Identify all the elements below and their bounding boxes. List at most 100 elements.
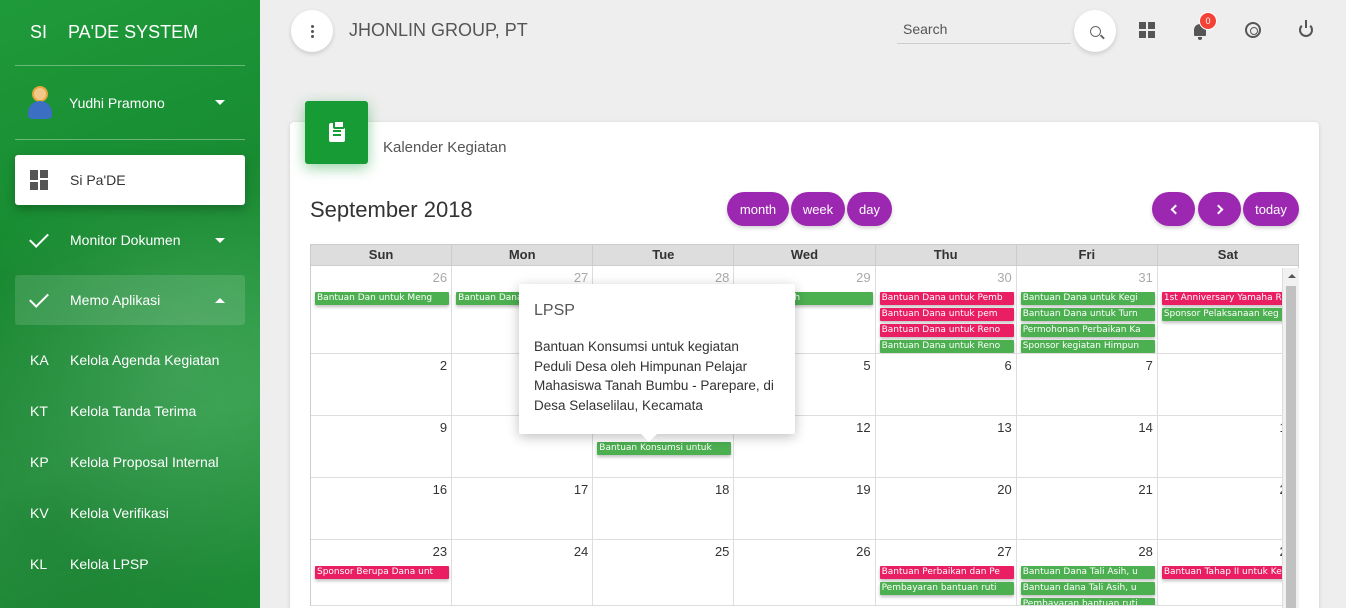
calendar-event[interactable]: Sponsor kegiatan Himpun [1020, 340, 1155, 353]
day-number[interactable]: 5 [863, 358, 870, 373]
sidebar-subitem-label: Kelola Verifikasi [70, 505, 169, 521]
calendar-event[interactable]: Permohonan Perbaikan Ka [1020, 324, 1155, 337]
day-cell[interactable]: 16 [311, 478, 453, 539]
day-cell[interactable]: 9 [311, 416, 453, 477]
day-number[interactable]: 28 [715, 270, 729, 285]
calendar-event[interactable]: Bantuan Dana untuk Kegi [1020, 292, 1155, 305]
calendar-event[interactable]: Bantuan Dana untuk pem [879, 308, 1014, 321]
day-cell[interactable]: 31 Bantuan Dana untuk Kegi Bantuan Dana un… [1017, 266, 1158, 353]
day-cell[interactable]: 18 [593, 478, 735, 539]
day-cell[interactable]: 23 Sponsor Berupa Dana unt [311, 540, 453, 605]
day-cell[interactable]: 19 [734, 478, 876, 539]
calendar-event[interactable]: 1st Anniversary Yamaha R [1161, 292, 1296, 305]
day-number[interactable]: 26 [856, 544, 870, 559]
logout-button[interactable] [1294, 18, 1318, 42]
day-number[interactable]: 28 [1138, 544, 1152, 559]
sidebar-subitem-kelola-proposal[interactable]: KP Kelola Proposal Internal [15, 437, 245, 487]
day-cell[interactable]: 2 [311, 354, 453, 415]
day-number[interactable]: 16 [433, 482, 447, 497]
sidebar-subitem-kelola-verifikasi[interactable]: KV Kelola Verifikasi [15, 488, 245, 538]
calendar-event[interactable]: Bantuan Dana untuk Reno [879, 340, 1014, 353]
day-number[interactable]: 27 [574, 270, 588, 285]
day-number[interactable]: 2 [440, 358, 447, 373]
user-menu[interactable]: Yudhi Pramono [15, 66, 245, 140]
day-number[interactable]: 14 [1138, 420, 1152, 435]
day-number[interactable]: 26 [433, 270, 447, 285]
day-cell[interactable]: 30 Bantuan Dana untuk Pemb Bantuan Dana un… [876, 266, 1017, 353]
day-cell[interactable]: 24 [452, 540, 594, 605]
sidebar-item-label: Monitor Dokumen [70, 232, 181, 248]
day-number[interactable]: 13 [997, 420, 1011, 435]
sidebar-subitem-kelola-tanda-terima[interactable]: KT Kelola Tanda Terima [15, 386, 245, 436]
day-cell[interactable]: 21 [1017, 478, 1158, 539]
day-cell[interactable]: 28 Bantuan Dana Tali Asih, u Bantuan dana … [1017, 540, 1158, 605]
day-number[interactable]: 9 [440, 420, 447, 435]
day-number[interactable]: 6 [1004, 358, 1011, 373]
calendar-event[interactable]: Pembayaran bantuan ruti [1020, 598, 1155, 605]
day-cell[interactable]: 29Bantuan Tahap II untuk Ke [1158, 540, 1299, 605]
today-button[interactable]: today [1243, 192, 1299, 226]
day-number[interactable]: 23 [433, 544, 447, 559]
day-number[interactable]: 25 [715, 544, 729, 559]
sidebar-subitem-kelola-lpsp[interactable]: KL Kelola LPSP [15, 539, 245, 589]
day-cell[interactable]: 11st Anniversary Yamaha RSponsor Pelaksa… [1158, 266, 1299, 353]
day-number[interactable]: 12 [856, 420, 870, 435]
day-number[interactable]: 21 [1138, 482, 1152, 497]
day-cell[interactable]: 14 [1017, 416, 1158, 477]
day-cell[interactable]: 26 [734, 540, 876, 605]
day-cell[interactable]: 8 [1158, 354, 1299, 415]
day-cell[interactable]: 15 [1158, 416, 1299, 477]
calendar-event[interactable]: Bantuan Dana Tali Asih, u [1020, 566, 1155, 579]
weekday-label: Wed [734, 245, 876, 265]
day-cell[interactable]: 25 [593, 540, 735, 605]
day-cell[interactable]: 26 Bantuan Dan untuk Meng [311, 266, 453, 353]
day-number[interactable]: 31 [1138, 270, 1152, 285]
search-input[interactable] [897, 14, 1071, 44]
scroll-thumb[interactable] [1286, 286, 1296, 608]
sidebar-subitem-kelola-agenda[interactable]: KA Kelola Agenda Kegiatan [15, 335, 245, 385]
day-number[interactable]: 19 [856, 482, 870, 497]
calendar-event[interactable]: Bantuan Tahap II untuk Ke [1161, 566, 1296, 579]
calendar-event[interactable]: Bantuan Dana untuk Pemb [879, 292, 1014, 305]
view-month-button[interactable]: month [727, 192, 789, 226]
dashboard-button[interactable] [1135, 18, 1159, 42]
day-cell[interactable]: 7 [1017, 354, 1158, 415]
calendar-event[interactable]: Bantuan Perbaikan dan Pe [879, 566, 1014, 579]
day-number[interactable]: 24 [574, 544, 588, 559]
event-list: Bantuan Tahap II untuk Ke [1161, 566, 1296, 579]
calendar-event[interactable]: Bantuan Konsumsi untuk [597, 442, 732, 455]
calendar-event[interactable]: Bantuan dana Tali Asih, u [1020, 582, 1155, 595]
day-cell[interactable]: 22 [1158, 478, 1299, 539]
day-cell[interactable]: 13 [876, 416, 1017, 477]
sidebar-item-home[interactable]: Si Pa'DE [15, 155, 245, 205]
day-cell[interactable]: 27 Bantuan Perbaikan dan Pe Pembayaran ban… [876, 540, 1017, 605]
day-number[interactable]: 7 [1146, 358, 1153, 373]
next-month-button[interactable] [1198, 192, 1241, 226]
day-cell[interactable]: 20 [876, 478, 1017, 539]
fingerprint-button[interactable] [1241, 18, 1265, 42]
calendar-scrollbar[interactable] [1282, 268, 1299, 608]
view-day-button[interactable]: day [847, 192, 892, 226]
day-number[interactable]: 20 [997, 482, 1011, 497]
search-button[interactable] [1074, 10, 1116, 52]
calendar-event[interactable]: Sponsor Berupa Dana unt [315, 566, 450, 579]
day-cell[interactable]: 17 [452, 478, 594, 539]
scroll-up-icon[interactable] [1288, 274, 1296, 278]
day-number[interactable]: 30 [997, 270, 1011, 285]
sidebar-item-monitor-dokumen[interactable]: Monitor Dokumen [15, 215, 245, 265]
day-cell[interactable]: 6 [876, 354, 1017, 415]
calendar-event[interactable]: Bantuan Dana untuk Turn [1020, 308, 1155, 321]
calendar-event[interactable]: Bantuan Dan untuk Meng [315, 292, 450, 305]
day-number[interactable]: 17 [574, 482, 588, 497]
day-number[interactable]: 18 [715, 482, 729, 497]
calendar-event[interactable]: Sponsor Pelaksanaan keg [1161, 308, 1296, 321]
calendar-event[interactable]: Bantuan Dana untuk Reno [879, 324, 1014, 337]
more-menu-button[interactable] [291, 10, 333, 52]
day-number[interactable]: 29 [856, 270, 870, 285]
sidebar-item-memo-aplikasi[interactable]: Memo Aplikasi [15, 275, 245, 325]
view-week-button[interactable]: week [791, 192, 845, 226]
brand[interactable]: SI PA'DE SYSTEM [15, 0, 245, 66]
prev-month-button[interactable] [1152, 192, 1195, 226]
calendar-event[interactable]: Pembayaran bantuan ruti [879, 582, 1014, 595]
day-number[interactable]: 27 [997, 544, 1011, 559]
